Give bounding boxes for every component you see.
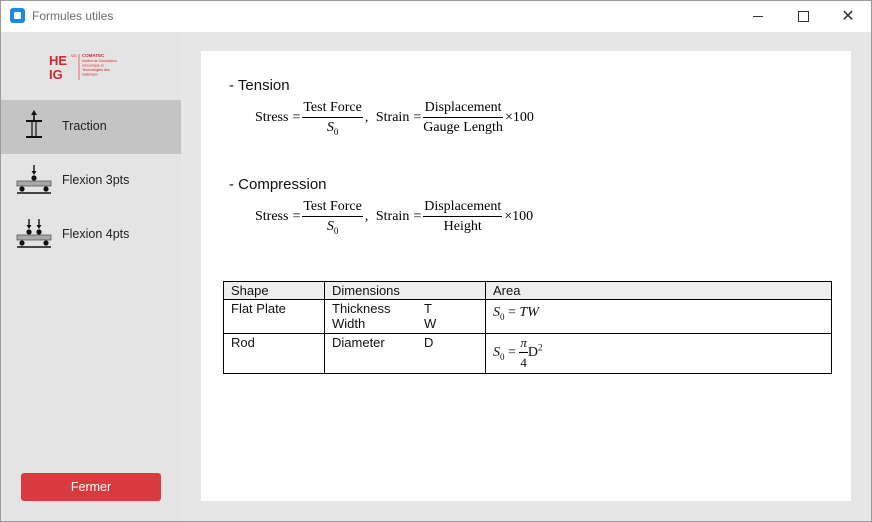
area-formula: S0 = π 4 D2: [493, 335, 543, 371]
dimension-symbol: T: [424, 301, 432, 316]
sidebar-item-flexion-3pts[interactable]: Flexion 3pts: [1, 154, 181, 208]
strain-denominator: Gauge Length: [423, 120, 503, 136]
table-header-row: Shape Dimensions Area: [223, 281, 832, 300]
column-header: Area: [485, 281, 832, 300]
area-lhs-subscript: 0: [500, 352, 505, 363]
area-rhs-exponent: 2: [538, 342, 543, 353]
traction-test-icon: [26, 110, 42, 138]
sidebar-item-label: Traction: [62, 119, 107, 133]
svg-text:HE: HE: [49, 53, 67, 68]
area-lhs-subscript: 0: [500, 311, 505, 322]
stress-label: Stress: [255, 110, 289, 126]
pi-denominator: 4: [520, 355, 527, 370]
area-cell: S0 = TW: [485, 299, 832, 334]
heig-vd-logo: HE IG VD COMATEC Institut de Conception …: [49, 53, 117, 82]
area-table: Shape Dimensions Area Flat Plate Thickne…: [223, 281, 832, 374]
svg-text:COMATEC: COMATEC: [82, 53, 105, 58]
stress-numerator: Test Force: [302, 199, 363, 217]
column-header: Shape: [223, 281, 325, 300]
dimensions-cell: Thickness T Width W: [324, 299, 486, 334]
stress-denominator: S: [326, 120, 334, 135]
four-point-bending-icon: [16, 219, 52, 248]
area-lhs: S: [493, 305, 500, 320]
dimension-name: Width: [332, 316, 366, 331]
strain-denominator: Height: [443, 219, 482, 235]
app-window: Formules utiles ✕ HE IG VD COMATEC Insti…: [0, 0, 872, 522]
tension-formula: Stress = Test Force S0, Strain = Displacement…: [255, 100, 534, 137]
strain-numerator: Displacement: [423, 100, 503, 119]
column-header: Dimensions: [324, 281, 486, 300]
multiplier: ×100: [504, 209, 534, 225]
area-lhs: S: [493, 345, 500, 361]
stress-label: Stress: [255, 209, 289, 225]
svg-text:IG: IG: [49, 67, 63, 82]
dimensions-cell: Diameter D: [324, 333, 486, 374]
close-icon: ✕: [841, 8, 855, 25]
dimension-name: Diameter: [332, 335, 385, 350]
app-icon: [10, 8, 25, 23]
shape-cell: Flat Plate: [223, 299, 325, 334]
maximize-icon: [798, 11, 809, 22]
dimension-symbol: W: [424, 316, 437, 331]
formulas-panel: - Tension Stress = Test Force S0, Strain = Di…: [201, 51, 851, 501]
tension-heading: - Tension: [229, 77, 290, 94]
dimension-symbol: D: [424, 335, 434, 350]
close-window-button[interactable]: ✕: [825, 1, 871, 32]
svg-text:Institut de Conception: Institut de Conception: [82, 59, 117, 63]
stress-denominator-subscript: 0: [333, 225, 339, 236]
area-cell: S0 = π 4 D2: [485, 333, 832, 374]
sidebar-item-label: Flexion 3pts: [62, 173, 130, 187]
shape-cell: Rod: [223, 333, 325, 374]
svg-text:VD: VD: [71, 53, 77, 58]
strain-fraction: Displacement Height: [423, 199, 503, 235]
sidebar: HE IG VD COMATEC Institut de Conception …: [1, 32, 181, 521]
svg-text:matériaux: matériaux: [82, 73, 98, 77]
area-rhs: TW: [519, 305, 539, 320]
fermer-button[interactable]: Fermer: [21, 473, 161, 501]
strain-numerator: Displacement: [423, 199, 503, 218]
table-row: Flat Plate Thickness T Width W S0 = TW: [223, 299, 832, 334]
title-bar: Formules utiles ✕: [1, 1, 871, 32]
svg-text:Technologies des: Technologies des: [82, 68, 110, 72]
sidebar-item-label: Flexion 4pts: [62, 227, 130, 241]
multiplier: ×100: [504, 110, 534, 126]
pi-numerator: π: [519, 335, 528, 353]
compression-formula: Stress = Test Force S0, Strain = Displacement…: [255, 199, 534, 236]
area-rhs: D: [527, 345, 539, 361]
table-row: Rod Diameter D S0 = π 4 D2: [223, 333, 832, 374]
stress-denominator: S: [326, 219, 334, 234]
stress-numerator: Test Force: [302, 100, 363, 118]
sidebar-item-flexion-4pts[interactable]: Flexion 4pts: [1, 208, 181, 262]
sidebar-item-traction[interactable]: Traction: [1, 100, 181, 154]
pi-fraction: π4: [519, 335, 528, 371]
svg-text:mécanique et: mécanique et: [82, 64, 104, 68]
window-title: Formules utiles: [32, 9, 114, 23]
maximize-button[interactable]: [781, 1, 827, 32]
minimize-icon: [753, 16, 763, 17]
stress-fraction: Test Force S0: [302, 100, 363, 137]
compression-heading: - Compression: [229, 176, 327, 193]
stress-fraction: Test Force S0: [302, 199, 363, 236]
minimize-button[interactable]: [735, 1, 781, 32]
area-formula: S0 = TW: [493, 305, 539, 322]
strain-label: Strain: [375, 209, 410, 225]
strain-fraction: Displacement Gauge Length: [423, 100, 503, 136]
three-point-bending-icon: [16, 165, 52, 194]
strain-label: Strain: [375, 110, 410, 126]
stress-denominator-subscript: 0: [333, 126, 339, 137]
dimension-name: Thickness: [332, 301, 391, 316]
